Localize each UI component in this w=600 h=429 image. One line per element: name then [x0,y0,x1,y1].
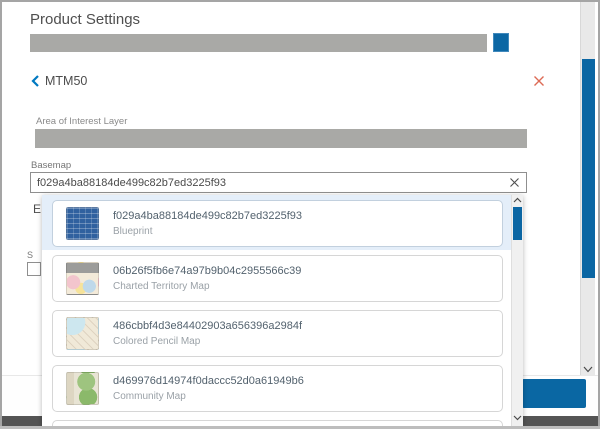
checkbox[interactable] [27,262,41,276]
list-item: f029a4ba88184de499c82b7ed3225f93 Bluepri… [42,195,511,250]
basemap-name: Charted Territory Map [113,281,301,292]
product-settings-window: Product Settings MTM50 Area of Interest … [0,0,600,429]
page-title: Product Settings [30,11,140,28]
area-of-interest-label: Area of Interest Layer [36,116,127,127]
list-item: d469976d14974f0daccc52d0a61949b6 Communi… [42,360,511,415]
charted-territory-map-thumbnail [66,262,99,295]
colored-pencil-map-thumbnail [66,317,99,350]
basemap-id: d469976d14974f0daccc52d0a61949b6 [113,375,304,387]
area-of-interest-redacted-bar [35,129,527,148]
basemap-id: 06b26f5fb6e74a97b9b04c2955566c39 [113,265,301,277]
basemap-dropdown-list: f029a4ba88184de499c82b7ed3225f93 Bluepri… [42,195,511,426]
dropdown-scrollbar[interactable] [511,195,523,426]
basemap-option-charted-territory[interactable]: 06b26f5fb6e74a97b9b04c2955566c39 Charted… [52,255,503,302]
clear-x-icon[interactable] [509,177,520,188]
basemap-id: 486cbbf4d3e84402903a656396a2984f [113,320,302,332]
blue-swatch-handle[interactable] [493,33,509,52]
primary-action-button[interactable] [522,379,586,408]
basemap-input-value: f029a4ba88184de499c82b7ed3225f93 [37,177,509,189]
basemap-option-blueprint[interactable]: f029a4ba88184de499c82b7ed3225f93 Bluepri… [52,200,503,247]
scroll-up-icon[interactable] [513,197,522,203]
basemap-name: Community Map [113,391,304,402]
scroll-down-icon[interactable] [513,415,522,421]
basemap-dropdown: f029a4ba88184de499c82b7ed3225f93 Bluepri… [42,195,523,426]
basemap-name: Colored Pencil Map [113,336,302,347]
community-map-thumbnail [66,372,99,405]
close-icon[interactable] [533,75,547,89]
list-item: 486cbbf4d3e84402903a656396a2984f Colored… [42,305,511,360]
back-button[interactable]: MTM50 [31,74,87,88]
scroll-down-icon[interactable] [583,366,593,373]
basemap-option-colored-pencil[interactable]: 486cbbf4d3e84402903a656396a2984f Colored… [52,310,503,357]
basemap-input[interactable]: f029a4ba88184de499c82b7ed3225f93 [30,172,527,193]
dropdown-scrollbar-thumb[interactable] [513,207,522,240]
basemap-label: Basemap [31,160,71,171]
basemap-name: Blueprint [113,226,302,237]
chevron-left-icon [31,75,39,87]
blueprint-map-thumbnail [66,207,99,240]
panel-scrollbar[interactable] [580,2,595,375]
hidden-field-label-fragment-s: S [27,250,33,260]
back-label: MTM50 [45,74,87,88]
hidden-field-label-fragment-e: E [33,202,41,216]
panel-scrollbar-thumb[interactable] [582,59,595,278]
basemap-option-community[interactable]: d469976d14974f0daccc52d0a61949b6 Communi… [52,365,503,412]
list-item: 06b26f5fb6e74a97b9b04c2955566c39 Charted… [42,250,511,305]
product-name-redacted-bar [30,34,487,52]
list-item [42,415,511,426]
basemap-id: f029a4ba88184de499c82b7ed3225f93 [113,210,302,222]
